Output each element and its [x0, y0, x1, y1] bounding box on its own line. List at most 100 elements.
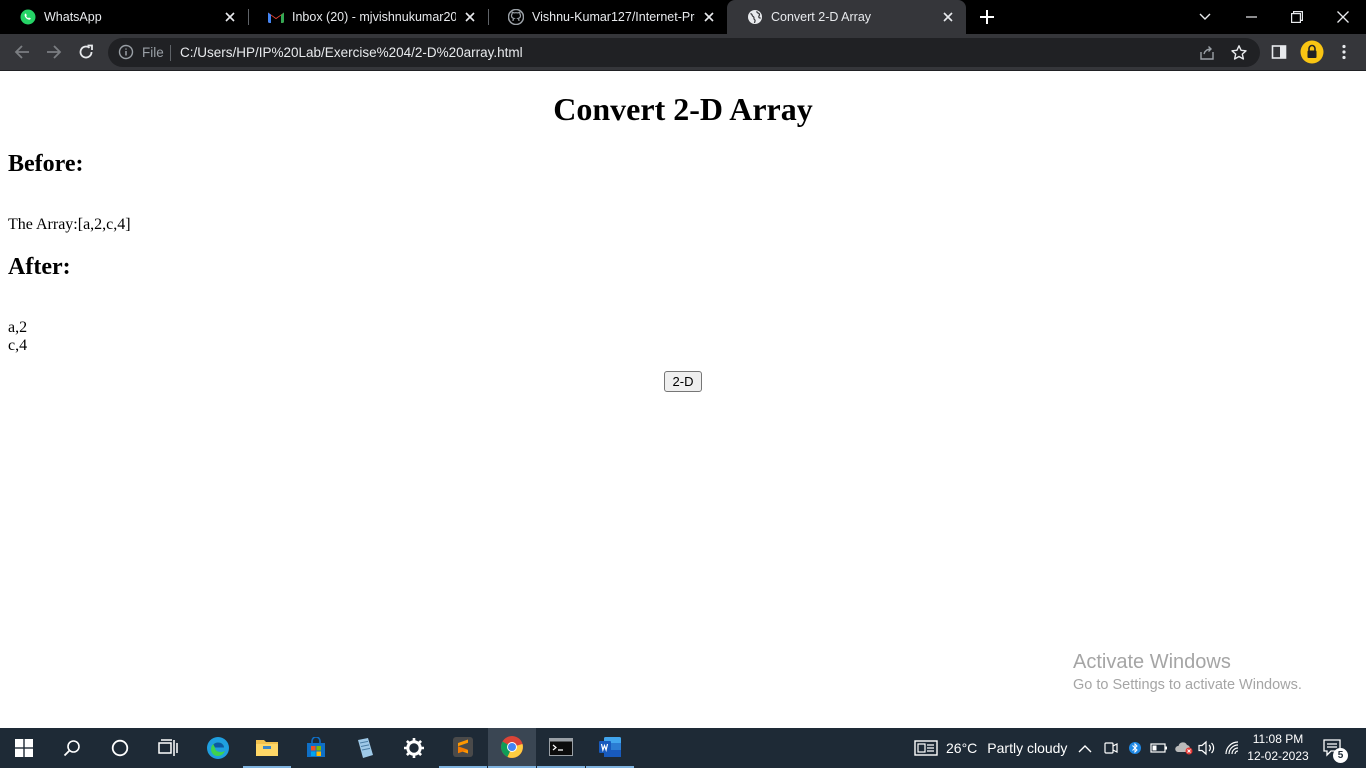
meet-now-icon[interactable] — [1104, 728, 1118, 768]
back-button[interactable] — [9, 39, 35, 65]
result-row: a,2 — [8, 319, 28, 336]
chevron-up-icon — [1078, 744, 1092, 752]
notepad-icon — [358, 738, 373, 758]
show-hidden-icons-button[interactable] — [1078, 728, 1092, 768]
onedrive-icon[interactable] — [1174, 728, 1194, 768]
windows-start-icon — [15, 739, 33, 757]
arrow-right-icon — [47, 45, 62, 59]
cortana-button[interactable] — [96, 728, 144, 768]
before-heading: Before: — [8, 151, 84, 177]
plus-icon — [980, 10, 994, 24]
edge-button[interactable] — [194, 728, 242, 768]
close-icon[interactable] — [940, 9, 956, 25]
task-view-button[interactable] — [144, 728, 192, 768]
store-icon — [307, 737, 325, 757]
url-text[interactable]: C:/Users/HP/IP%20Lab/Exercise%204/2-D%20… — [180, 45, 523, 60]
notepad-button[interactable] — [341, 728, 389, 768]
settings-icon — [404, 738, 424, 758]
cortana-icon — [111, 739, 129, 757]
browser-toolbar: File C:/Users/HP/IP%20Lab/Exercise%204/2… — [0, 34, 1366, 71]
search-icon — [63, 740, 80, 757]
minimize-button[interactable] — [1228, 0, 1274, 34]
tab-strip: WhatsApp Inbox (20) - mjvishnukumar2003@… — [0, 0, 1366, 34]
globe-icon — [747, 9, 763, 25]
bookmark-star-icon[interactable] — [1230, 44, 1248, 62]
tab-whatsapp[interactable]: WhatsApp — [0, 0, 248, 34]
after-heading: After: — [8, 254, 71, 280]
restore-icon — [1291, 11, 1303, 23]
info-icon[interactable] — [118, 44, 134, 60]
share-icon[interactable] — [1198, 44, 1216, 62]
volume-icon[interactable] — [1198, 728, 1216, 768]
result-row: c,4 — [8, 337, 28, 354]
sublime-text-icon — [453, 737, 473, 757]
close-icon[interactable] — [701, 9, 717, 25]
more-vertical-icon — [1342, 44, 1346, 60]
word-button[interactable] — [586, 728, 634, 768]
close-icon[interactable] — [462, 9, 478, 25]
word-icon — [599, 737, 621, 757]
taskbar: 26°C Partly cloudy 11:08 PM 12-02-2023 5 — [0, 728, 1366, 768]
tab-title: Convert 2-D Array — [771, 10, 872, 24]
tab-title: WhatsApp — [44, 10, 102, 24]
edge-icon — [207, 737, 229, 759]
tab-search-button[interactable] — [1182, 0, 1228, 34]
close-icon — [1337, 11, 1349, 23]
chevron-down-icon — [1199, 13, 1211, 20]
search-button[interactable] — [48, 728, 96, 768]
activate-windows-title: Activate Windows — [1073, 651, 1231, 673]
side-panel-icon — [1271, 45, 1287, 59]
chrome-icon — [501, 736, 523, 758]
forward-button[interactable] — [41, 39, 67, 65]
terminal-button[interactable] — [537, 728, 585, 768]
wifi-icon[interactable] — [1223, 728, 1241, 768]
restore-button[interactable] — [1274, 0, 1320, 34]
file-explorer-icon — [256, 740, 278, 756]
close-window-button[interactable] — [1320, 0, 1366, 34]
page-title: Convert 2-D Array — [553, 91, 813, 127]
weather-condition: Partly cloudy — [987, 740, 1068, 756]
activate-windows-subtitle: Go to Settings to activate Windows. — [1073, 677, 1302, 693]
gmail-icon — [268, 9, 284, 25]
bluetooth-icon[interactable] — [1129, 728, 1141, 768]
chrome-button[interactable] — [488, 728, 536, 768]
weather-temp: 26°C — [946, 740, 978, 756]
task-view-icon — [158, 739, 178, 756]
tab-github[interactable]: Vishnu-Kumar127/Internet-Progr — [488, 0, 727, 34]
clock[interactable]: 11:08 PM 12-02-2023 — [1243, 731, 1313, 765]
array-text: The Array:[a,2,c,4] — [8, 216, 131, 233]
battery-icon[interactable] — [1150, 728, 1168, 768]
news-weather-icon — [914, 740, 938, 756]
page-content: Convert 2-D Array Before: The Array:[a,2… — [0, 71, 1366, 728]
profile-avatar-icon — [1300, 40, 1324, 64]
tab-convert-2d-array[interactable]: Convert 2-D Array — [727, 0, 966, 34]
notification-center-button[interactable]: 5 — [1323, 728, 1348, 768]
side-panel-button[interactable] — [1266, 39, 1292, 65]
weather-widget[interactable]: 26°C Partly cloudy — [914, 728, 1067, 768]
divider — [170, 45, 171, 61]
convert-2d-button[interactable]: 2-D — [664, 371, 702, 392]
menu-button[interactable] — [1331, 39, 1357, 65]
start-button[interactable] — [0, 728, 48, 768]
address-bar[interactable]: File C:/Users/HP/IP%20Lab/Exercise%204/2… — [108, 38, 1260, 67]
scheme-label: File — [142, 45, 164, 60]
github-icon — [508, 9, 524, 25]
arrow-left-icon — [14, 45, 29, 59]
clock-time: 11:08 PM — [1252, 732, 1304, 746]
terminal-icon — [549, 738, 573, 756]
whatsapp-icon — [20, 9, 36, 25]
reload-button[interactable] — [73, 39, 99, 65]
clock-date: 12-02-2023 — [1247, 749, 1309, 763]
reload-icon — [79, 44, 93, 59]
minimize-icon — [1245, 16, 1257, 18]
notification-count-badge: 5 — [1333, 748, 1348, 763]
settings-button[interactable] — [390, 728, 438, 768]
new-tab-button[interactable] — [976, 6, 998, 28]
file-explorer-button[interactable] — [243, 728, 291, 768]
store-button[interactable] — [292, 728, 340, 768]
tab-title: Inbox (20) - mjvishnukumar2003@ — [292, 10, 456, 24]
tab-gmail[interactable]: Inbox (20) - mjvishnukumar2003@ — [248, 0, 488, 34]
close-icon[interactable] — [222, 9, 238, 25]
profile-button[interactable] — [1299, 39, 1325, 65]
sublime-text-button[interactable] — [439, 728, 487, 768]
